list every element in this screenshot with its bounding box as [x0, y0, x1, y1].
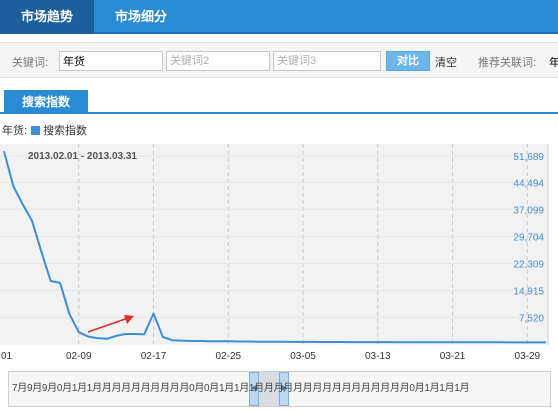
recommend-label: 推荐关联词: — [478, 57, 537, 69]
y-tick-label: 51,689 — [513, 152, 544, 163]
recommend-keyword[interactable]: 年 — [549, 54, 558, 70]
y-tick-label: 22,309 — [513, 259, 544, 270]
keyword-filter-bar: 关键词: 对比 清空 推荐关联词: 年 — [0, 42, 558, 78]
slider-month-labels: 7月9月9月0月1月1月月月月月月月月月月0月0月1月1月1月月月月月月月月月月… — [12, 383, 470, 394]
keyword-label: 关键词: — [12, 57, 49, 69]
x-tick-label: 02-17 — [141, 351, 167, 362]
y-tick-label: 7,520 — [519, 314, 544, 325]
x-tick-label: 03-13 — [365, 351, 391, 362]
x-tick-label: 03-29 — [515, 351, 541, 362]
keyword1-input[interactable] — [59, 51, 163, 71]
y-tick-label: 29,704 — [513, 232, 544, 243]
compare-button[interactable]: 对比 — [386, 51, 430, 71]
chart-svg: 01 02-09 02-17 02-25 03-05 03-13 03-21 03-29 51,… — [0, 144, 549, 362]
x-tick-label: 03-05 — [290, 351, 316, 362]
chart-legend: 年货: 搜索指数 — [2, 124, 87, 138]
legend-swatch — [31, 126, 41, 135]
plot-area — [0, 144, 548, 345]
handle-grip-icon: ◀ — [251, 383, 258, 392]
tab-search-index[interactable]: 搜索指数 — [4, 90, 88, 114]
date-range-label: 2013.02.01 - 2013.03.31 — [28, 151, 137, 162]
date-range-slider[interactable]: ◀ ▶ 7月9月9月0月1月1月月月月月月月月月月0月0月1月1月1月月月月月月… — [8, 371, 551, 407]
keyword2-input[interactable] — [166, 51, 270, 71]
tab-market-trend[interactable]: 市场趋势 — [0, 0, 94, 34]
tab-market-segment[interactable]: 市场细分 — [94, 0, 188, 34]
legend-series-label[interactable]: 搜索指数 — [43, 125, 87, 137]
y-tick-label: 14,915 — [513, 286, 544, 297]
x-tick-label: 01 — [1, 351, 13, 362]
x-tick-label: 02-25 — [215, 351, 241, 362]
y-tick-label: 37,099 — [513, 205, 544, 216]
x-tick-label: 02-09 — [66, 351, 92, 362]
handle-grip-icon: ▶ — [281, 383, 288, 392]
top-nav: 市场趋势 市场细分 — [0, 0, 558, 34]
search-index-chart: 01 02-09 02-17 02-25 03-05 03-13 03-21 03-29 51,… — [0, 140, 558, 362]
x-tick-label: 03-21 — [440, 351, 466, 362]
y-tick-label: 44,494 — [513, 178, 544, 189]
slider-left-handle[interactable]: ◀ — [249, 372, 259, 406]
clear-button[interactable]: 清空 — [435, 54, 457, 70]
section-tabs: 搜索指数 — [0, 90, 558, 114]
slider-right-handle[interactable]: ▶ — [279, 372, 289, 406]
keyword3-input[interactable] — [273, 51, 381, 71]
legend-keyword: 年货: — [2, 125, 28, 137]
